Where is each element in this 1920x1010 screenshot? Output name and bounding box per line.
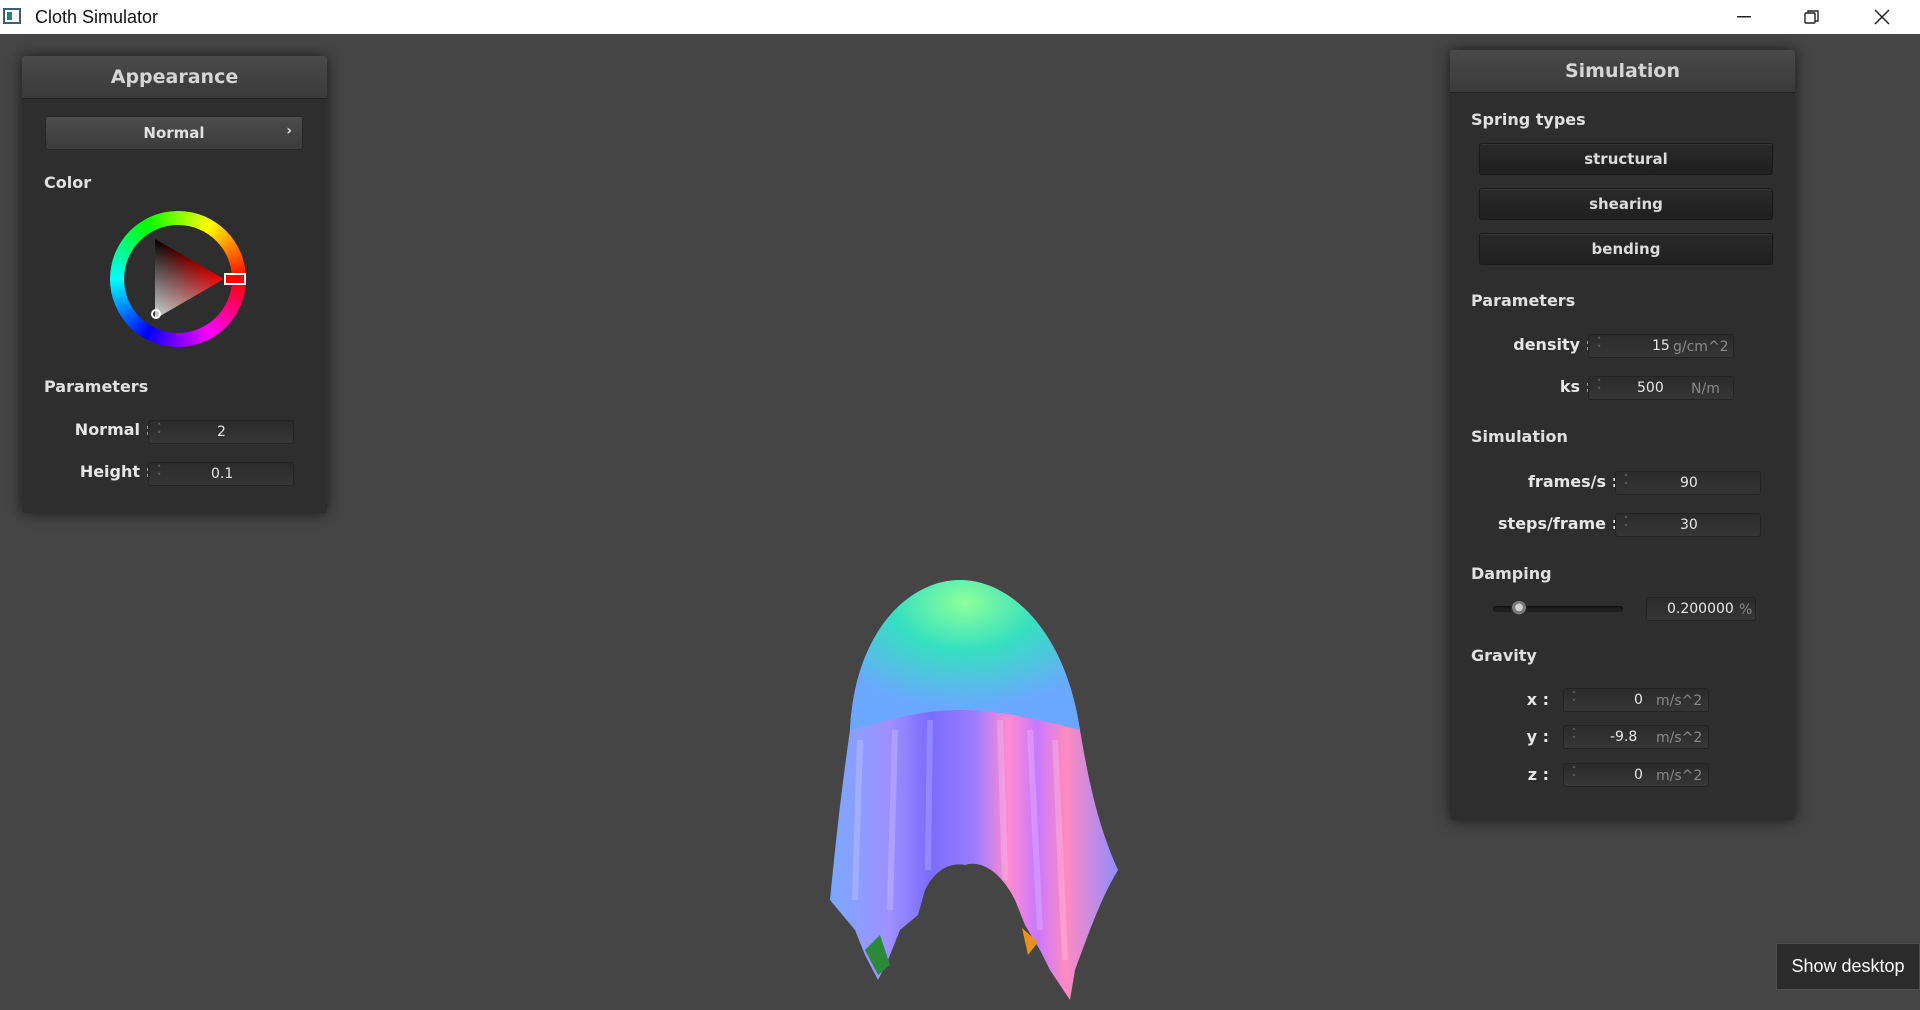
close-button[interactable] (1848, 0, 1916, 34)
density-value: 15 (1652, 338, 1670, 354)
gravity-x-value: 0 (1634, 692, 1643, 708)
ks-unit: N/m (1691, 381, 1720, 397)
gravity-x-input[interactable]: ˄ ˅ 0 m/s^2 (1563, 688, 1709, 712)
shearing-button[interactable]: shearing (1479, 188, 1773, 220)
gravity-z-input[interactable]: ˄ ˅ 0 m/s^2 (1563, 763, 1709, 787)
gravity-x-unit: m/s^2 (1656, 693, 1703, 709)
cloth-dome (850, 580, 1080, 730)
damping-slider-knob[interactable] (1511, 601, 1527, 617)
show-desktop-tooltip: Show desktop (1776, 943, 1920, 990)
bending-button[interactable]: bending (1479, 233, 1773, 265)
spring-types-label: Spring types (1471, 110, 1586, 129)
hue-selector-handle[interactable] (224, 273, 246, 285)
spinner-icon[interactable]: ˄ ˅ (1621, 517, 1631, 534)
cloth-viewport[interactable] (800, 570, 1140, 1010)
ks-input[interactable]: ˄ ˅ 500 N/m (1588, 376, 1734, 400)
ks-value: 500 (1637, 380, 1664, 396)
spinner-icon[interactable]: ˄ ˅ (154, 466, 164, 483)
window-titlebar: Cloth Simulator (0, 0, 1920, 34)
restore-icon (1804, 10, 1819, 24)
gravity-label: Gravity (1471, 646, 1537, 665)
app-icon (3, 8, 21, 24)
damping-input[interactable]: 0.200000 % (1646, 597, 1756, 621)
close-icon (1874, 9, 1890, 25)
steps-per-frame-input[interactable]: ˄ ˅ 30 (1615, 513, 1761, 537)
damping-unit: % (1739, 602, 1753, 618)
spinner-icon[interactable]: ˄ ˅ (1594, 338, 1604, 355)
appearance-panel: Appearance Normal › Color Parameters Nor… (22, 56, 327, 513)
simulation-header: Simulation (1450, 50, 1795, 93)
structural-button[interactable]: structural (1479, 143, 1773, 175)
minimize-icon (1737, 16, 1751, 18)
normal-value: 2 (217, 424, 226, 440)
height-label: Height : (79, 462, 152, 481)
density-label: density : (1513, 335, 1592, 354)
spinner-icon[interactable]: ˄ ˅ (1569, 692, 1579, 709)
shader-dropdown-label: Normal (143, 124, 205, 142)
gravity-y-input[interactable]: ˄ ˅ -9.8 m/s^2 (1563, 725, 1709, 749)
shader-dropdown[interactable]: Normal › (45, 116, 303, 150)
height-value: 0.1 (211, 466, 234, 482)
gravity-y-label: y : (1526, 727, 1549, 746)
gravity-x-label: x : (1526, 690, 1549, 709)
density-input[interactable]: ˄ ˅ 15 g/cm^2 (1588, 334, 1734, 358)
chevron-right-icon: › (286, 123, 292, 139)
spinner-icon[interactable]: ˄ ˅ (1621, 475, 1631, 492)
simulation-panel: Simulation Spring types structural shear… (1450, 50, 1795, 820)
gravity-y-value: -9.8 (1610, 729, 1638, 745)
color-section-label: Color (44, 173, 92, 192)
frames-per-second-input[interactable]: ˄ ˅ 90 (1615, 471, 1761, 495)
height-input[interactable]: ˄ ˅ 0.1 (148, 462, 294, 486)
frames-per-second-label: frames/s : (1527, 472, 1618, 491)
damping-value: 0.200000 (1667, 601, 1734, 617)
spinner-icon[interactable]: ˄ ˅ (1569, 729, 1579, 746)
steps-per-frame-value: 30 (1680, 517, 1698, 533)
ks-label: ks : (1559, 377, 1592, 396)
normal-input[interactable]: ˄ ˅ 2 (148, 420, 294, 444)
gravity-y-unit: m/s^2 (1656, 730, 1703, 746)
steps-per-frame-label: steps/frame : (1498, 514, 1618, 533)
simulation-section-label: Simulation (1471, 427, 1568, 446)
normal-label: Normal : (74, 420, 152, 439)
spinner-icon[interactable]: ˄ ˅ (1569, 767, 1579, 784)
spinner-icon[interactable]: ˄ ˅ (1594, 380, 1604, 397)
appearance-parameters-label: Parameters (44, 377, 149, 396)
window-title: Cloth Simulator (35, 7, 159, 27)
minimize-button[interactable] (1710, 0, 1778, 34)
damping-label: Damping (1471, 564, 1552, 583)
gravity-z-value: 0 (1634, 767, 1643, 783)
simulation-parameters-label: Parameters (1471, 291, 1576, 310)
gravity-z-unit: m/s^2 (1656, 768, 1703, 784)
damping-slider[interactable] (1493, 601, 1623, 617)
frames-per-second-value: 90 (1680, 475, 1698, 491)
restore-button[interactable] (1778, 0, 1846, 34)
appearance-header: Appearance (22, 56, 327, 99)
density-unit: g/cm^2 (1673, 339, 1729, 355)
gravity-z-label: z : (1527, 765, 1549, 784)
color-wheel[interactable] (110, 211, 246, 347)
spinner-icon[interactable]: ˄ ˅ (154, 424, 164, 441)
